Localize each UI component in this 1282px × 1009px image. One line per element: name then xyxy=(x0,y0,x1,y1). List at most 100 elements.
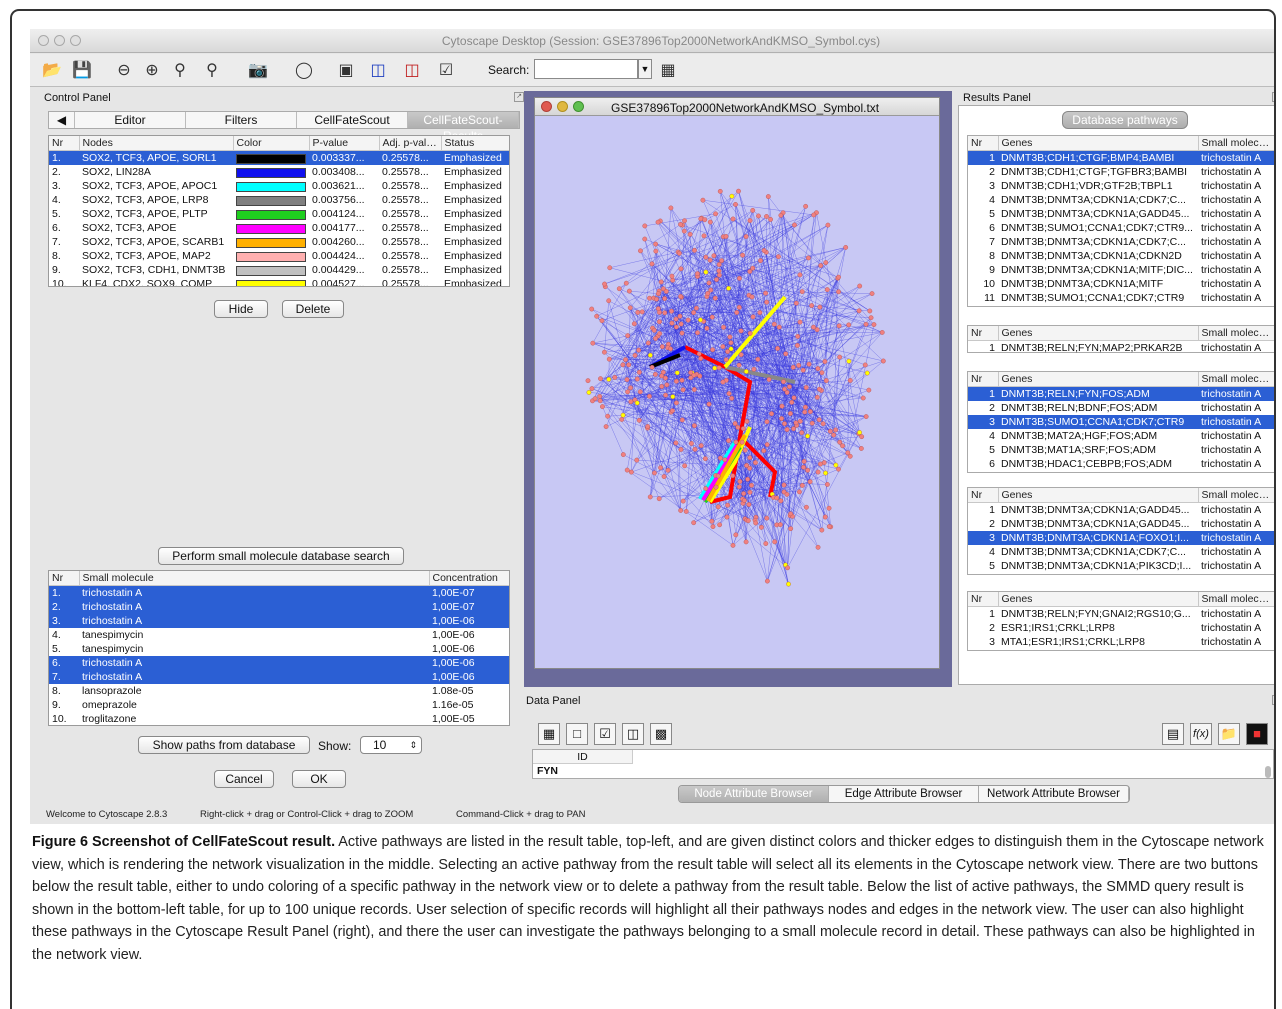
network-node[interactable] xyxy=(670,408,675,414)
network-node[interactable] xyxy=(806,361,812,367)
open-folder-icon[interactable]: 📂 xyxy=(40,58,64,82)
network-node[interactable] xyxy=(697,373,703,379)
network-node[interactable] xyxy=(776,324,782,330)
network-node[interactable] xyxy=(620,452,626,457)
table-row[interactable]: 2. SOX2, LIN28A 0.003408... 0.25578... Empha… xyxy=(49,165,509,179)
network-node[interactable] xyxy=(670,277,676,283)
network-node[interactable] xyxy=(799,483,805,488)
network-node[interactable] xyxy=(711,253,717,259)
network-node[interactable] xyxy=(803,404,808,410)
network-node[interactable] xyxy=(805,433,810,439)
network-node[interactable] xyxy=(745,518,751,524)
table-row[interactable]: 1 DNMT3B;CDH1;CTGF;BMP4;BAMBI trichostatin… xyxy=(968,150,1274,165)
zoom-in-icon[interactable]: ⊕ xyxy=(140,58,164,82)
network-node[interactable] xyxy=(803,385,809,390)
tab-cellfatescout-results[interactable]: CellFateScout-Results xyxy=(408,112,519,143)
network-node[interactable] xyxy=(654,296,659,302)
network-node[interactable] xyxy=(736,484,742,490)
network-node[interactable] xyxy=(628,385,633,391)
col-small-molecule[interactable]: Small molecule xyxy=(1198,592,1274,607)
network-node[interactable] xyxy=(807,479,813,485)
network-node[interactable] xyxy=(800,367,806,373)
network-node[interactable] xyxy=(733,202,738,207)
network-node[interactable] xyxy=(809,420,815,426)
network-node[interactable] xyxy=(663,392,668,398)
network-node[interactable] xyxy=(801,459,807,464)
network-node[interactable] xyxy=(741,491,747,496)
network-node[interactable] xyxy=(638,248,643,254)
network-node[interactable] xyxy=(831,432,837,438)
network-node[interactable] xyxy=(647,494,653,500)
network-node[interactable] xyxy=(600,404,605,410)
network-node[interactable] xyxy=(698,356,704,361)
network-node[interactable] xyxy=(668,346,673,352)
table-row[interactable]: 4 DNMT3B;DNMT3A;CDKN1A;CDK7;C... trichosta… xyxy=(968,545,1274,559)
network-node[interactable] xyxy=(669,320,675,326)
network-node[interactable] xyxy=(806,255,811,261)
network-node[interactable] xyxy=(809,303,815,308)
network-node[interactable] xyxy=(636,417,642,423)
network-node[interactable] xyxy=(698,317,703,323)
network-node[interactable] xyxy=(598,376,603,382)
network-node[interactable] xyxy=(645,424,651,429)
network-node[interactable] xyxy=(807,409,813,414)
network-node[interactable] xyxy=(867,308,873,314)
show-paths-button[interactable]: Show paths from database xyxy=(138,736,310,754)
network-node[interactable] xyxy=(859,434,865,440)
network-node[interactable] xyxy=(678,294,684,299)
network-node[interactable] xyxy=(674,370,680,376)
network-node[interactable] xyxy=(811,324,816,330)
network-node[interactable] xyxy=(836,323,842,329)
network-node[interactable] xyxy=(720,344,726,349)
network-node[interactable] xyxy=(706,401,712,407)
network-node[interactable] xyxy=(735,424,741,430)
network-node[interactable] xyxy=(702,456,708,462)
network-node[interactable] xyxy=(824,287,830,292)
table-row[interactable]: 4. tanespimycin 1,00E-06 xyxy=(49,628,509,642)
table-row[interactable]: 10. troglitazone 1,00E-05 xyxy=(49,712,509,725)
network-node[interactable] xyxy=(785,565,790,571)
search-dropdown-button[interactable]: ▼ xyxy=(638,59,652,79)
network-node[interactable] xyxy=(712,365,718,371)
network-node[interactable] xyxy=(730,542,736,548)
network-node[interactable] xyxy=(597,394,603,399)
network-node[interactable] xyxy=(761,248,767,253)
network-node[interactable] xyxy=(679,330,685,336)
network-node[interactable] xyxy=(688,375,694,381)
table-row[interactable]: 8. lansoprazole 1.08e-05 xyxy=(49,684,509,698)
table-row[interactable]: 5. tanespimycin 1,00E-06 xyxy=(49,642,509,656)
network-node[interactable] xyxy=(788,526,794,532)
network-node[interactable] xyxy=(635,309,641,315)
network-node[interactable] xyxy=(639,309,645,315)
network-node[interactable] xyxy=(729,395,735,401)
network-node[interactable] xyxy=(592,396,598,402)
network-node[interactable] xyxy=(679,417,685,423)
network-node[interactable] xyxy=(625,333,631,339)
network-node[interactable] xyxy=(642,236,648,242)
col-small-molecule[interactable]: Small molecule xyxy=(79,571,430,586)
network-node[interactable] xyxy=(700,197,706,203)
network-node[interactable] xyxy=(866,387,872,393)
network-node[interactable] xyxy=(726,285,731,291)
network-node[interactable] xyxy=(778,212,784,218)
network-node[interactable] xyxy=(818,263,824,268)
network-node[interactable] xyxy=(718,455,723,461)
network-node[interactable] xyxy=(647,393,652,399)
ok-button[interactable]: OK xyxy=(292,770,346,788)
network-node[interactable] xyxy=(670,394,676,400)
network-node[interactable] xyxy=(668,205,674,211)
network-node[interactable] xyxy=(616,286,622,292)
network-node[interactable] xyxy=(636,369,642,375)
network-node[interactable] xyxy=(730,473,736,479)
table-row[interactable]: 9. SOX2, TCF3, CDH1, DNMT3B 0.004429... 0.2… xyxy=(49,263,509,277)
folder-icon[interactable]: 📁 xyxy=(1218,723,1240,745)
table-row[interactable]: 6. trichostatin A 1,00E-06 xyxy=(49,656,509,670)
network-node[interactable] xyxy=(730,216,736,222)
network-node[interactable] xyxy=(723,234,729,239)
network-node[interactable] xyxy=(843,245,849,250)
heatmap-icon[interactable]: ■ xyxy=(1246,723,1268,745)
network-node[interactable] xyxy=(776,254,781,260)
cancel-button[interactable]: Cancel xyxy=(214,770,274,788)
network-node[interactable] xyxy=(656,291,661,297)
network-node[interactable] xyxy=(795,333,801,339)
